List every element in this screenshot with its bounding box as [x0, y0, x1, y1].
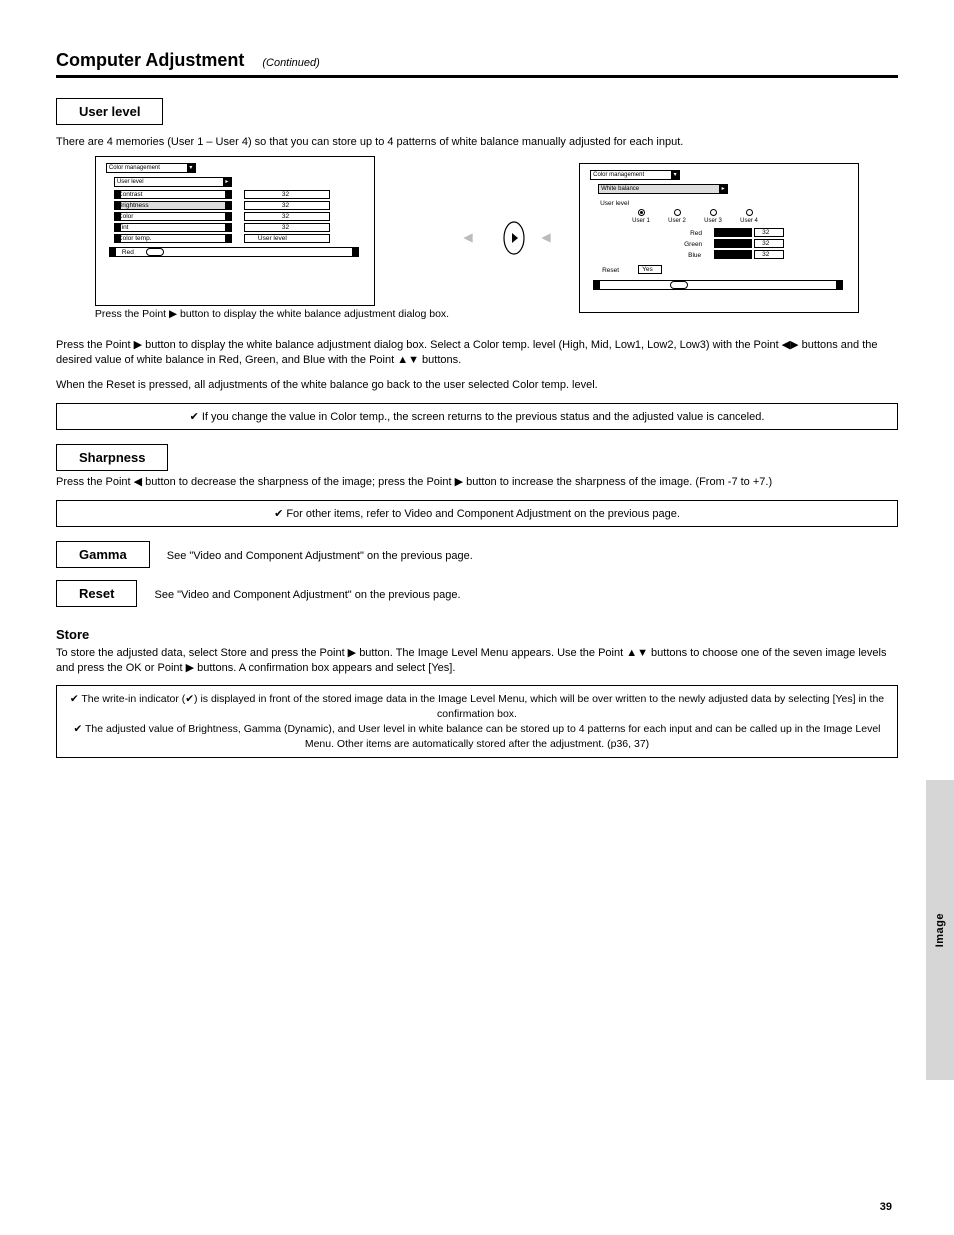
row-colortemp-label: Color temp.	[118, 235, 152, 242]
user-level-intro: There are 4 memories (User 1 – User 4) s…	[56, 135, 898, 150]
section-sharpness: Sharpness	[56, 444, 168, 471]
user-level-body1: Press the Point ▶ button to display the …	[56, 338, 898, 368]
dropdown-color-mgmt[interactable]: Color management ▾	[106, 163, 196, 173]
section-user-level: User level	[56, 98, 163, 125]
note-colortemp: ✔ If you change the value in Color temp.…	[56, 403, 898, 430]
diagram-left-menu: Color management ▾ User level ▸ Contrast…	[95, 156, 375, 306]
header-rule	[56, 75, 898, 78]
note-other-items: ✔ For other items, refer to Video and Co…	[56, 500, 898, 527]
reset-text: See "Video and Component Adjustment" on …	[154, 589, 460, 601]
radio-user2[interactable]	[674, 209, 681, 216]
page-number: 39	[880, 1201, 892, 1213]
chevron-right-icon: ▸	[719, 185, 727, 193]
sharpness-text: Press the Point ◀ button to decrease the…	[56, 475, 898, 490]
section-store: Store	[56, 627, 898, 642]
radio-user1[interactable]	[638, 209, 645, 216]
row-tint-label: Tint	[118, 224, 129, 231]
row-brightness-label: Brightness	[118, 202, 149, 209]
section-gamma: Gamma	[56, 541, 150, 568]
store-text: To store the adjusted data, select Store…	[56, 646, 898, 676]
page-subtitle: (Continued)	[262, 57, 319, 69]
figure-caption: Press the Point ▶ button to display the …	[95, 308, 449, 320]
dropdown-whitebalance[interactable]: White balance ▸	[598, 184, 728, 194]
gamma-text: See "Video and Component Adjustment" on …	[167, 550, 473, 562]
radio-user4[interactable]	[746, 209, 753, 216]
arrow-right-icon	[539, 224, 567, 252]
note-store-line1: ✔ The write-in indicator (✔) is displaye…	[69, 692, 885, 721]
arrow-right-icon	[461, 224, 489, 252]
side-tab-image: Image	[926, 780, 954, 1080]
user-level-body2: When the Reset is pressed, all adjustmen…	[56, 378, 898, 393]
reset-lbl: Reset	[602, 267, 619, 274]
row-contrast-label: Contrast	[118, 191, 143, 198]
yes-button[interactable]: Yes	[642, 266, 653, 273]
chevron-down-icon: ▾	[187, 164, 195, 172]
section-reset: Reset	[56, 580, 137, 607]
chevron-right-icon: ▸	[223, 178, 231, 186]
note-store: ✔ The write-in indicator (✔) is displaye…	[56, 685, 898, 758]
slider-handle-icon[interactable]	[670, 281, 688, 289]
chevron-down-icon: ▾	[671, 171, 679, 179]
dropdown-mode[interactable]: User level ▸	[114, 177, 232, 187]
dropdown-color-mgmt-2[interactable]: Color management ▾	[590, 170, 680, 180]
page-title: Computer Adjustment	[56, 50, 244, 71]
point-right-button-icon	[501, 218, 527, 258]
user-level-lbl: User level	[600, 200, 629, 207]
radio-user3[interactable]	[710, 209, 717, 216]
row-color-label: Color	[118, 213, 134, 220]
slider-handle-icon[interactable]	[146, 248, 164, 256]
slider-label: Red	[122, 249, 134, 256]
diagram-right-whitebalance: Color management ▾ White balance ▸ User …	[579, 163, 859, 313]
note-store-line2: ✔ The adjusted value of Brightness, Gamm…	[69, 722, 885, 751]
